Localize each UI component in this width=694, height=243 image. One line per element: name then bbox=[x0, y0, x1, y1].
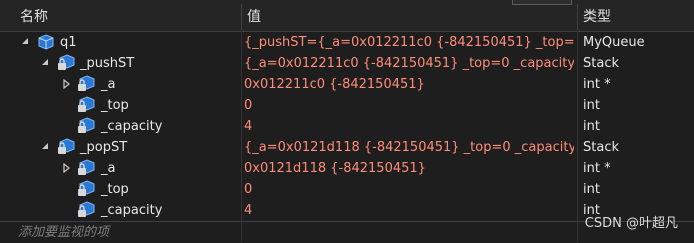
watch-row[interactable]: _a 0x0121d118 {-842150451} int * bbox=[0, 158, 694, 179]
variable-name: q1 bbox=[60, 35, 77, 50]
variable-name: _capacity bbox=[101, 119, 163, 134]
protected-member-icon bbox=[78, 180, 95, 196]
column-header-bar: 名称 值 类型 bbox=[0, 0, 694, 32]
variable-name: _a bbox=[101, 161, 116, 176]
protected-member-icon bbox=[78, 201, 95, 217]
watch-row[interactable]: _top 0 int bbox=[0, 179, 694, 200]
variable-name: _capacity bbox=[101, 203, 163, 218]
protected-member-icon bbox=[78, 96, 95, 112]
variable-type: Stack bbox=[583, 140, 619, 155]
variable-type: MyQueue bbox=[583, 35, 645, 50]
variable-name: _top bbox=[101, 98, 129, 113]
variable-type: int bbox=[583, 98, 600, 113]
variable-value[interactable]: {_pushST={_a=0x012211c0 {-842150451} _to… bbox=[244, 32, 574, 53]
variable-value[interactable]: 0x0121d118 {-842150451} bbox=[244, 158, 574, 179]
column-header-type[interactable]: 类型 bbox=[577, 0, 694, 31]
expanded-triangle-icon[interactable] bbox=[40, 58, 50, 68]
column-header-name[interactable]: 名称 bbox=[14, 0, 242, 31]
add-watch-placeholder[interactable]: 添加要监视的项 bbox=[18, 223, 109, 243]
collapsed-triangle-icon[interactable] bbox=[61, 79, 71, 89]
watch-row[interactable]: _top 0 int bbox=[0, 95, 694, 116]
variable-value[interactable]: 4 bbox=[244, 116, 574, 137]
variable-type: Stack bbox=[583, 56, 619, 71]
variable-value[interactable]: 0x012211c0 {-842150451} bbox=[244, 74, 574, 95]
variable-name: _pushST bbox=[80, 56, 135, 71]
variable-value[interactable]: 4 bbox=[244, 200, 574, 221]
watch-row[interactable]: _pushST {_a=0x012211c0 {-842150451} _top… bbox=[0, 53, 694, 74]
variable-type: int * bbox=[583, 161, 611, 176]
column-header-value[interactable]: 值 bbox=[241, 0, 577, 31]
variable-value[interactable]: {_a=0x012211c0 {-842150451} _top=0 _capa… bbox=[244, 53, 574, 74]
watch-row[interactable]: _capacity 4 int bbox=[0, 116, 694, 137]
variable-value[interactable]: 0 bbox=[244, 179, 574, 200]
expanded-triangle-icon[interactable] bbox=[20, 37, 30, 47]
variable-type: int * bbox=[583, 77, 611, 92]
protected-member-icon bbox=[78, 159, 95, 175]
watch-window: 名称 值 类型 q1 {_pushST={_a=0x012211c0 {-842… bbox=[0, 0, 694, 242]
protected-member-icon bbox=[78, 117, 95, 133]
expanded-triangle-icon[interactable] bbox=[40, 142, 50, 152]
collapsed-triangle-icon[interactable] bbox=[61, 163, 71, 173]
protected-member-icon bbox=[78, 75, 95, 91]
variable-name: _top bbox=[101, 182, 129, 197]
object-variable-icon bbox=[38, 34, 54, 50]
variable-type: int bbox=[583, 119, 600, 134]
variable-type: int bbox=[583, 182, 600, 197]
watermark: CSDN @叶超凡 bbox=[584, 216, 678, 231]
protected-member-icon bbox=[58, 54, 75, 70]
variable-name: _a bbox=[101, 77, 116, 92]
watch-row[interactable]: _a 0x012211c0 {-842150451} int * bbox=[0, 74, 694, 95]
watch-row[interactable]: _popST {_a=0x0121d118 {-842150451} _top=… bbox=[0, 137, 694, 158]
variable-value[interactable]: 0 bbox=[244, 95, 574, 116]
variable-name: _popST bbox=[80, 140, 128, 155]
variable-value[interactable]: {_a=0x0121d118 {-842150451} _top=0 _capa… bbox=[244, 137, 574, 158]
protected-member-icon bbox=[58, 138, 75, 154]
watch-row[interactable]: q1 {_pushST={_a=0x012211c0 {-842150451} … bbox=[0, 32, 694, 53]
